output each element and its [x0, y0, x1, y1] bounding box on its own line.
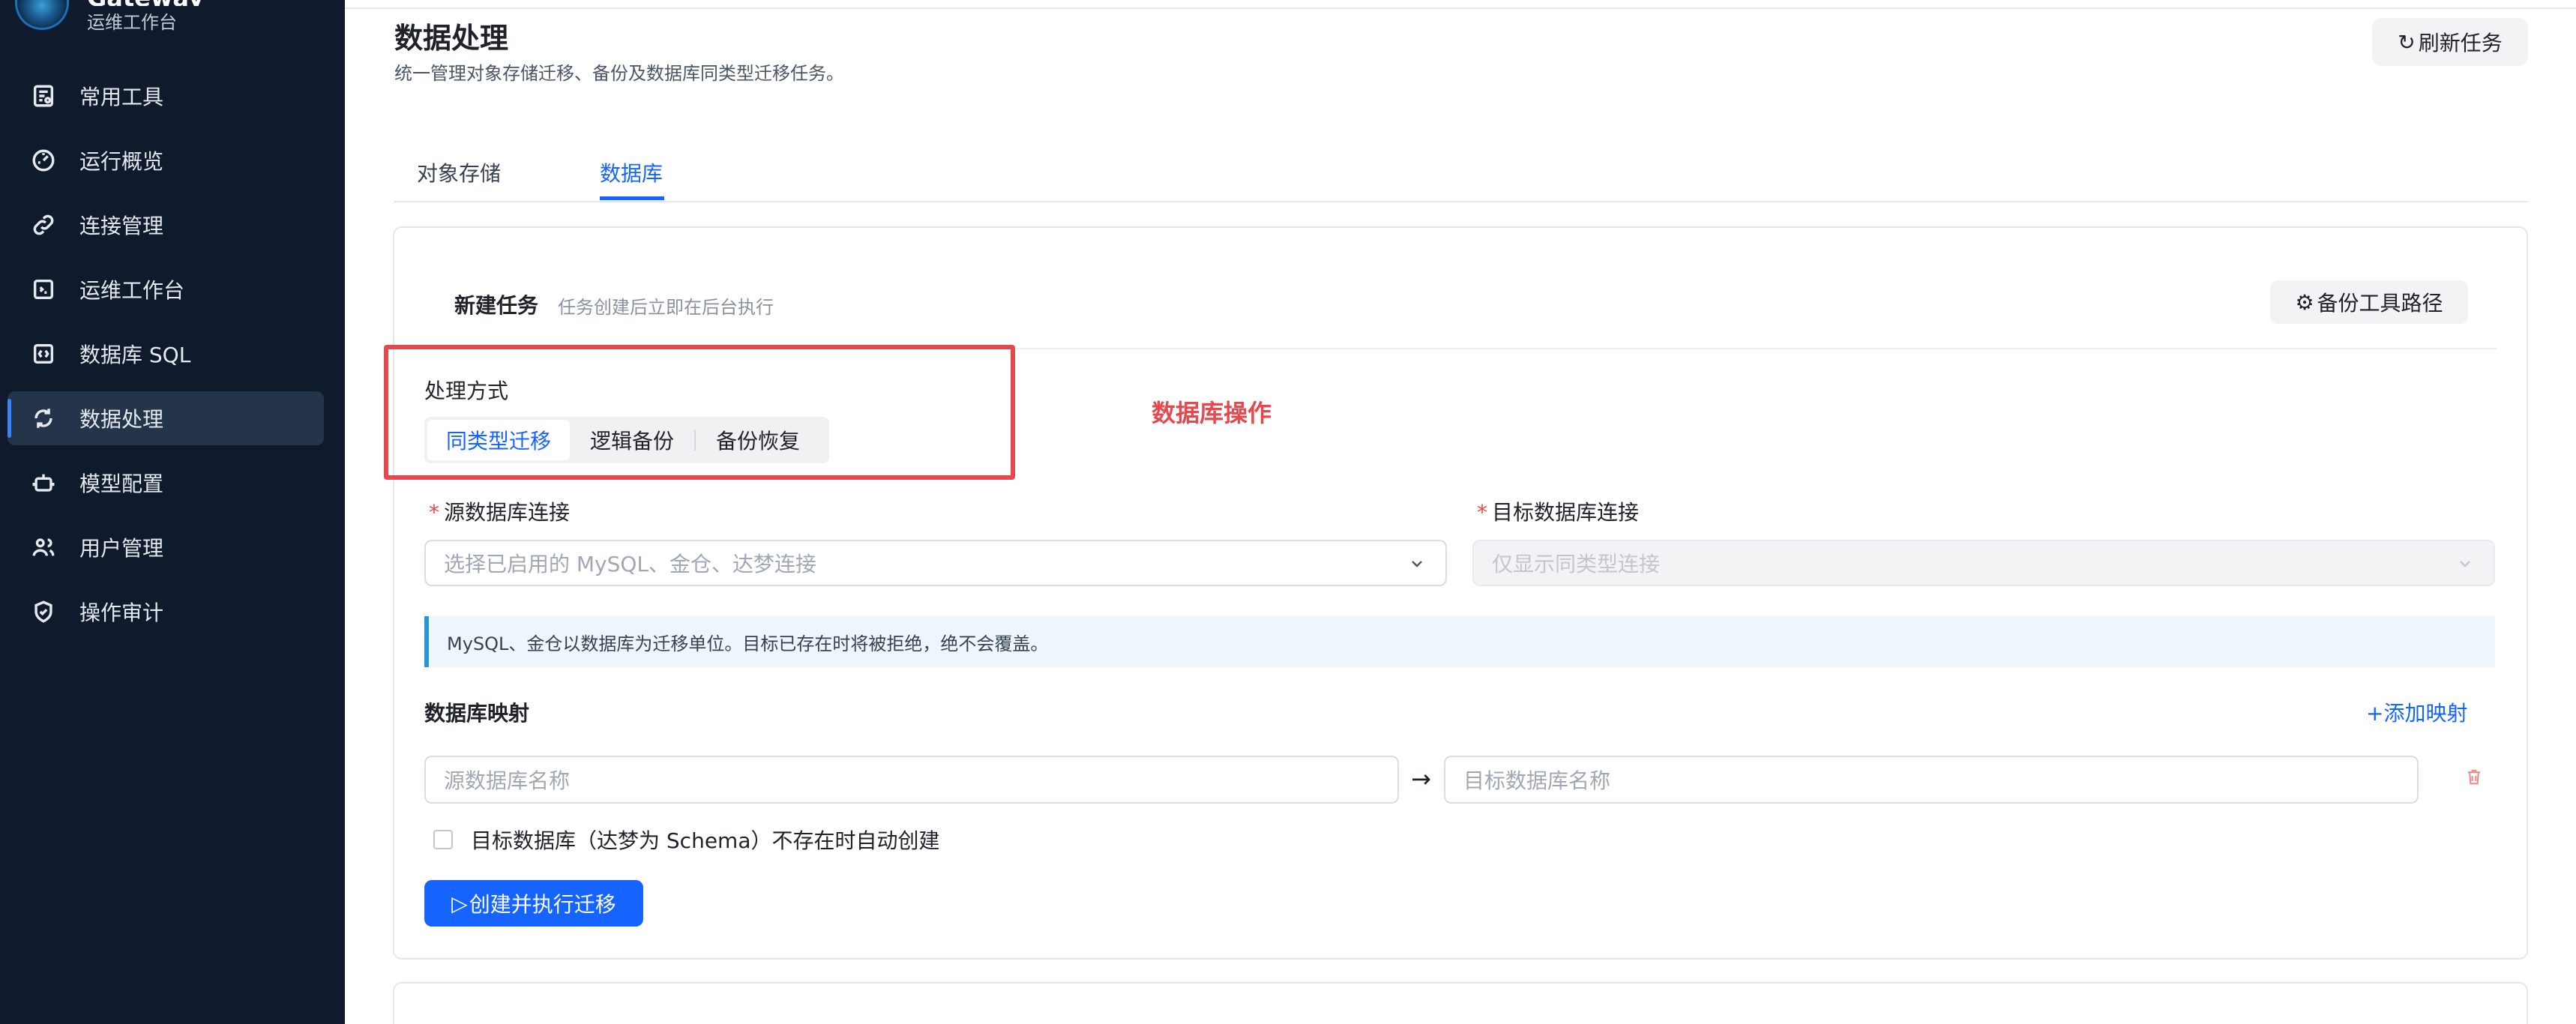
page-subtitle: 统一管理对象存储迁移、备份及数据库同类型迁移任务。 — [394, 63, 844, 84]
play-icon: ▷ — [451, 891, 468, 916]
annotation-highlight-box — [384, 345, 1015, 480]
sidebar-item-model-config[interactable]: 模型配置 — [7, 456, 324, 510]
refresh-tasks-label: 刷新任务 — [2418, 31, 2503, 55]
sidebar-item-label: 数据处理 — [79, 407, 164, 432]
card-subtitle: 任务创建后立即在后台执行 — [558, 297, 774, 318]
create-and-run-migration-button[interactable]: ▷ 创建并执行迁移 — [424, 880, 643, 927]
tab-object-storage[interactable]: 对象存储 — [417, 157, 501, 187]
add-mapping-label: 添加映射 — [2383, 701, 2468, 726]
annotation-text: 数据库操作 — [1152, 399, 1272, 427]
create-and-run-label: 创建并执行迁移 — [469, 892, 616, 917]
target-connection-select[interactable]: 仅显示同类型连接 — [1472, 540, 2495, 586]
auto-create-row: 目标数据库（达梦为 Schema）不存在时自动创建 — [433, 825, 939, 855]
shield-icon — [28, 597, 58, 627]
card-title: 新建任务 — [454, 293, 539, 318]
link-icon — [28, 210, 58, 240]
backup-tool-path-button[interactable]: ⚙ 备份工具路径 — [2270, 280, 2468, 324]
terminal-icon — [28, 274, 58, 304]
trash-icon[interactable] — [2464, 766, 2485, 787]
dashboard-icon — [28, 145, 58, 175]
chevron-down-icon — [1412, 561, 1422, 567]
sidebar-item-label: 运行概览 — [79, 149, 164, 174]
mapping-label: 数据库映射 — [424, 701, 530, 726]
mapping-source-placeholder: 源数据库名称 — [444, 768, 571, 793]
refresh-tasks-button[interactable]: ↻ 刷新任务 — [2372, 18, 2528, 66]
source-connection-placeholder: 选择已启用的 MySQL、金仓、达梦连接 — [444, 552, 817, 576]
chevron-down-icon — [2460, 561, 2470, 567]
sidebar-item-ops-workbench[interactable]: 运维工作台 — [7, 262, 324, 316]
sidebar-item-overview[interactable]: 运行概览 — [7, 133, 324, 187]
new-task-card: 新建任务 任务创建后立即在后台执行 ⚙ 备份工具路径 处理方式 同类型迁移 逻辑… — [384, 226, 2528, 960]
target-connection-placeholder: 仅显示同类型连接 — [1492, 552, 1661, 576]
target-connection-label: * 目标数据库连接 — [1477, 500, 1640, 525]
active-tab-indicator — [600, 196, 664, 200]
info-notice: MySQL、金仓以数据库为迁移单位。目标已存在时将被拒绝，绝不会覆盖。 — [424, 616, 2495, 667]
sidebar-item-label: 模型配置 — [79, 472, 164, 496]
auto-create-checkbox[interactable] — [433, 830, 453, 849]
tools-icon — [28, 81, 58, 111]
sidebar-item-data-processing[interactable]: 数据处理 — [7, 391, 324, 445]
sql-icon — [28, 339, 58, 369]
sidebar-item-database-sql[interactable]: 数据库 SQL — [7, 327, 324, 381]
sidebar-item-label: 用户管理 — [79, 536, 164, 561]
mapping-target-placeholder: 目标数据库名称 — [1463, 768, 1611, 793]
task-list-card — [393, 982, 2528, 1024]
sidebar-nav: 常用工具 运行概览 连接管理 运维工作台 数据库 SQL 数据处理 模型配置 用… — [7, 69, 324, 649]
sync-icon — [28, 403, 58, 433]
mapping-target-input[interactable]: 目标数据库名称 — [1444, 756, 2419, 804]
page-title: 数据处理 — [394, 22, 509, 55]
sidebar-item-audit[interactable]: 操作审计 — [7, 585, 324, 639]
sidebar-item-label: 运维工作台 — [79, 278, 185, 303]
gear-icon: ⚙ — [2295, 289, 2314, 315]
sidebar-item-connections[interactable]: 连接管理 — [7, 198, 324, 252]
sidebar-item-label: 连接管理 — [79, 214, 164, 238]
brand-name: Gateway — [87, 0, 237, 6]
sidebar-item-tools[interactable]: 常用工具 — [7, 69, 324, 123]
arrow-right-icon: → — [1411, 765, 1431, 793]
sidebar-item-user-management[interactable]: 用户管理 — [7, 520, 324, 574]
refresh-icon: ↻ — [2398, 29, 2416, 55]
main-content: 数据处理 统一管理对象存储迁移、备份及数据库同类型迁移任务。 ↻ 刷新任务 对象… — [345, 0, 2576, 1024]
tab-database[interactable]: 数据库 — [600, 157, 663, 187]
users-icon — [28, 532, 58, 562]
backup-tool-path-label: 备份工具路径 — [2317, 291, 2443, 316]
sidebar: Gateway 运维工作台 常用工具 运行概览 连接管理 运维工作台 数据库 S… — [0, 0, 345, 1024]
source-connection-label: * 源数据库连接 — [429, 500, 571, 525]
brand-subtitle: 运维工作台 — [87, 12, 177, 33]
auto-create-label: 目标数据库（达梦为 Schema）不存在时自动创建 — [471, 828, 940, 853]
add-mapping-button[interactable]: +添加映射 — [2366, 697, 2467, 727]
sidebar-item-label: 数据库 SQL — [79, 343, 191, 367]
brand: Gateway 运维工作台 — [15, 0, 237, 33]
top-divider — [345, 7, 2576, 9]
tab-bar: 对象存储 数据库 — [394, 150, 2528, 202]
plus-icon: + — [2366, 701, 2384, 726]
sidebar-item-label: 操作审计 — [79, 600, 164, 625]
mapping-source-input[interactable]: 源数据库名称 — [424, 756, 1399, 804]
source-connection-select[interactable]: 选择已启用的 MySQL、金仓、达梦连接 — [424, 540, 1447, 586]
robot-icon — [28, 468, 58, 498]
brand-logo — [15, 0, 69, 30]
sidebar-item-label: 常用工具 — [79, 85, 164, 109]
